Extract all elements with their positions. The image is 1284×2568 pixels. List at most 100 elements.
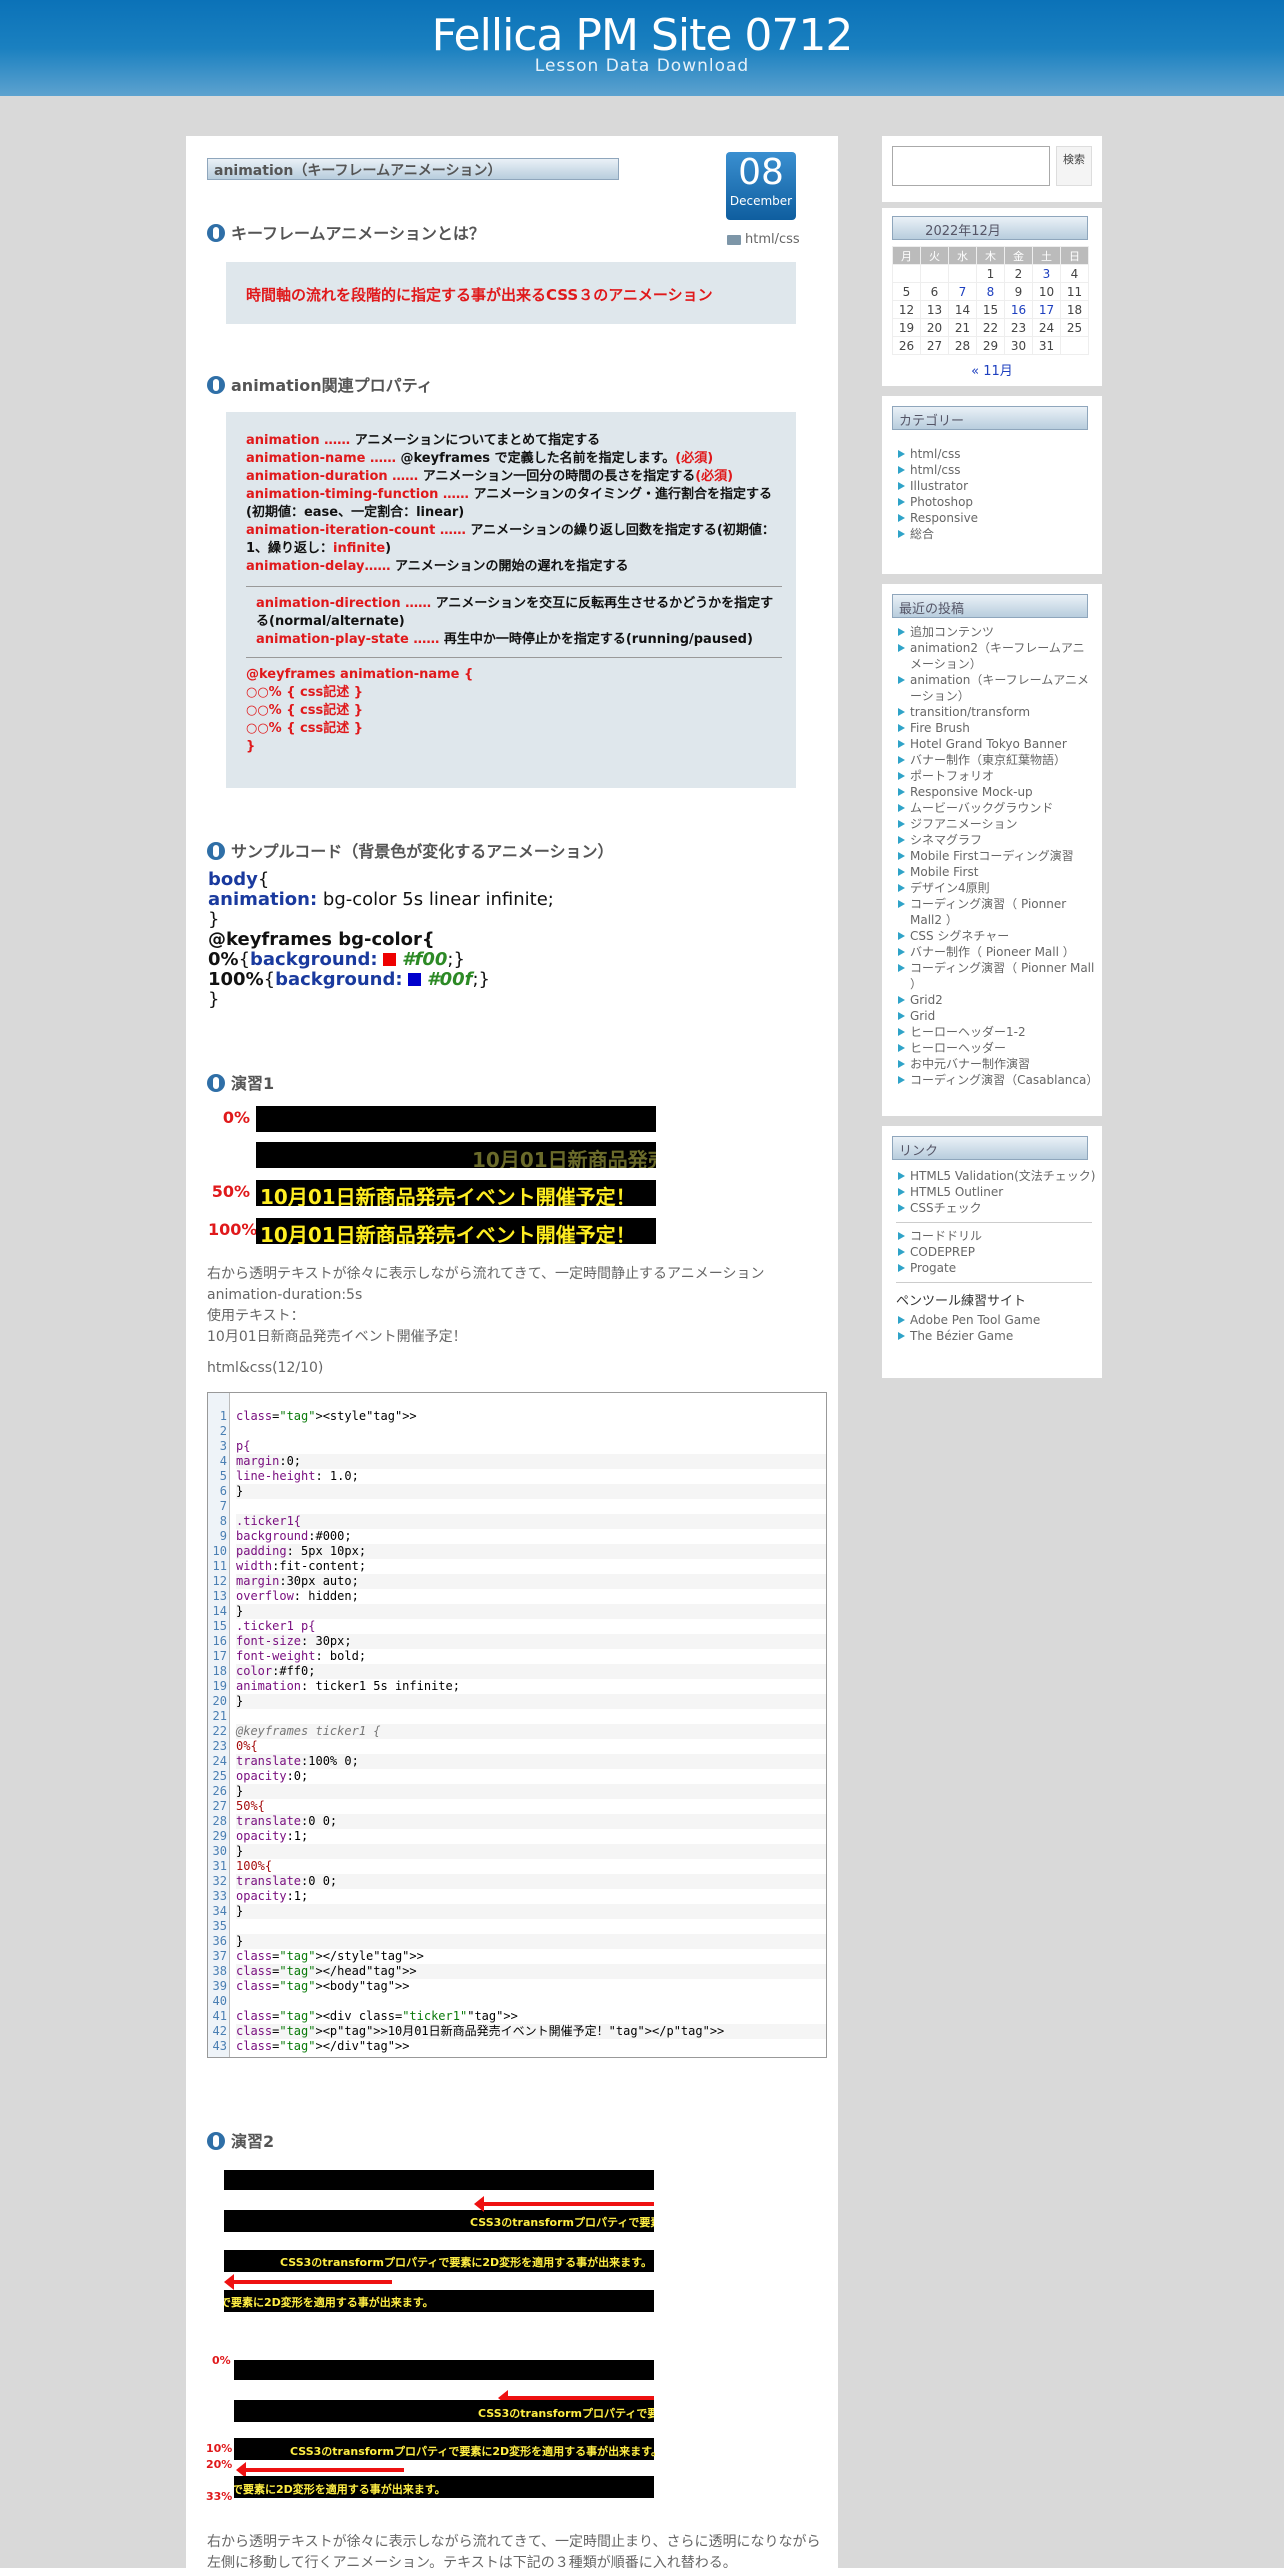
recent-post-link[interactable]: Responsive Mock-up	[896, 784, 1096, 800]
recent-post-link[interactable]: Mobile Firstコーディング演習	[896, 848, 1096, 864]
external-link[interactable]: The Bézier Game	[896, 1328, 1096, 1344]
calendar-weekday: 土	[1032, 246, 1061, 265]
calendar-day: 23	[1004, 318, 1033, 337]
post-date-month: December	[729, 194, 793, 208]
recent-post-link[interactable]: ヒーローヘッダー	[896, 1040, 1096, 1056]
recent-post-link[interactable]: Grid	[896, 1008, 1096, 1024]
line-number: 12	[212, 1574, 227, 1588]
code-line: 10 padding: 5px 10px;	[208, 1544, 826, 1559]
categories-title: カテゴリー	[892, 406, 1088, 430]
recent-post-link[interactable]: コーディング演習（Casablanca）	[896, 1072, 1098, 1088]
recent-post-link[interactable]: transition/transform	[896, 704, 1096, 720]
calendar-day: 21	[948, 318, 977, 337]
line-number: 14	[212, 1604, 227, 1618]
external-link[interactable]: CODEPREP	[896, 1244, 1096, 1260]
line-number: 16	[212, 1634, 227, 1648]
recent-post-link[interactable]: デザイン4原則	[896, 880, 1096, 896]
recent-post-link[interactable]: Grid2	[896, 992, 1096, 1008]
external-link[interactable]: コードドリル	[896, 1228, 1096, 1244]
calendar-day[interactable]: 3	[1032, 264, 1061, 283]
code-line: 37 class="tag"></style"tag">>	[208, 1949, 826, 1964]
recent-post-link[interactable]: Mobile First	[896, 864, 1096, 880]
code-line: 19 animation: ticker1 5s infinite;	[208, 1679, 826, 1694]
recent-post-link[interactable]: ポートフォリオ	[896, 768, 1096, 784]
code-line: 22 @keyframes ticker1 {	[208, 1724, 826, 1739]
site-header: Fellica PM Site 0712 Lesson Data Downloa…	[0, 0, 1284, 96]
category-link[interactable]: html/css	[896, 462, 1096, 478]
recent-posts-title: 最近の投稿	[892, 594, 1088, 618]
code-text: translate:0 0;	[236, 1814, 826, 1829]
recent-post-link[interactable]: ジフアニメーション	[896, 816, 1096, 832]
code-line: 6}	[208, 1484, 826, 1499]
calendar-day: 19	[892, 318, 921, 337]
calendar-day: 29	[976, 336, 1005, 355]
line-number: 21	[212, 1709, 227, 1723]
calendar-day[interactable]: 7	[948, 282, 977, 301]
code-text: opacity:1;	[236, 1889, 309, 1903]
code-text: margin:0;	[236, 1454, 826, 1469]
bullet-icon	[207, 1074, 225, 1092]
code-line: 30}	[208, 1844, 826, 1859]
external-link[interactable]: HTML5 Outliner	[896, 1184, 1096, 1200]
recent-post-link[interactable]: ヒーローヘッダー1-2	[896, 1024, 1096, 1040]
line-number: 20	[212, 1694, 227, 1708]
post-category-label[interactable]: html/css	[745, 232, 800, 247]
category-link[interactable]: Illustrator	[896, 478, 1096, 494]
site-subtitle: Lesson Data Download	[534, 56, 750, 76]
calendar-day: 28	[948, 336, 977, 355]
code-listing[interactable]: 1 class="tag"><style"tag">> 2 3 p{4 margin:0;…	[207, 1392, 827, 2058]
external-link[interactable]: HTML5 Validation(文法チェック)	[896, 1168, 1096, 1184]
code-line: 33 opacity:1;	[208, 1889, 826, 1904]
external-link[interactable]: CSSチェック	[896, 1200, 1096, 1216]
recent-post-link[interactable]: バナー制作（ Pioneer Mall ）	[896, 944, 1096, 960]
calendar-prev-link[interactable]: « 11月	[882, 360, 1102, 379]
calendar-day: 20	[920, 318, 949, 337]
recent-post-link[interactable]: 追加コンテンツ	[896, 624, 1096, 640]
line-number: 24	[212, 1754, 227, 1768]
keyframes-line: }	[246, 739, 256, 754]
external-link[interactable]: Adobe Pen Tool Game	[896, 1312, 1096, 1328]
search-button[interactable]: 検索	[1056, 146, 1092, 186]
category-link[interactable]: html/css	[896, 446, 1096, 462]
code-line: 18 color:#ff0;	[208, 1664, 826, 1679]
site-title[interactable]: Fellica PM Site 0712	[0, 10, 1284, 61]
recent-post-link[interactable]: Fire Brush	[896, 720, 1096, 736]
calendar-day[interactable]: 8	[976, 282, 1005, 301]
category-link[interactable]: Photoshop	[896, 494, 1096, 510]
recent-post-link[interactable]: お中元バナー制作演習	[896, 1056, 1096, 1072]
line-number: 38	[212, 1964, 227, 1978]
line-number: 35	[212, 1919, 227, 1933]
recent-post-link[interactable]: シネマグラフ	[896, 832, 1096, 848]
category-link[interactable]: Responsive	[896, 510, 1096, 526]
exercise2-frames: CSS3のtransformプロパティで要素に2D CSS3のtransform…	[224, 2170, 664, 2312]
recent-post-link[interactable]: バナー制作（東京紅葉物語）	[896, 752, 1096, 768]
code-text: 0%{	[236, 1739, 258, 1753]
category-link[interactable]: 総合	[896, 526, 1096, 542]
recent-post-link[interactable]: Hotel Grand Tokyo Banner	[896, 736, 1096, 752]
recent-post-link[interactable]: animation（キーフレームアニメーション）	[896, 672, 1096, 704]
post-category[interactable]: html/css	[727, 232, 800, 247]
recent-post-link[interactable]: ムービーバックグラウンド	[896, 800, 1096, 816]
code-text: @keyframes ticker1 {	[236, 1724, 826, 1739]
exercise2-description: 右から透明テキストが徐々に表示しながら流れてきて、一定時間止まり、さらに透明にな…	[207, 2534, 821, 2568]
recent-post-link[interactable]: コーディング演習（ Pionner Mall2 ）	[896, 896, 1096, 928]
definition-panel: 時間軸の流れを段階的に指定する事が出来るCSS３のアニメーション	[226, 262, 796, 324]
code-text: line-height: 1.0;	[236, 1469, 359, 1483]
code-text: animation: ticker1 5s infinite;	[236, 1679, 460, 1693]
line-number: 28	[212, 1814, 227, 1828]
search-input[interactable]	[892, 146, 1050, 186]
code-text: margin:30px auto;	[236, 1574, 826, 1589]
bullet-icon	[207, 2132, 225, 2150]
code-line: 5 line-height: 1.0;	[208, 1469, 826, 1484]
external-link[interactable]: Progate	[896, 1260, 1096, 1276]
property-item: animation-direction …… アニメーションを交互に反転再生させ…	[256, 596, 774, 629]
calendar-day[interactable]: 16	[1004, 300, 1033, 319]
line-number: 32	[212, 1874, 227, 1888]
recent-post-link[interactable]: コーディング演習（ Pionner Mall ）	[896, 960, 1096, 992]
recent-post-link[interactable]: CSS シグネチャー	[896, 928, 1096, 944]
calendar-day: 31	[1032, 336, 1061, 355]
recent-post-link[interactable]: animation2（キーフレームアニメーション）	[896, 640, 1096, 672]
calendar-weekday: 火	[920, 246, 949, 265]
calendar-weekday: 日	[1060, 246, 1089, 265]
calendar-day[interactable]: 17	[1032, 300, 1061, 319]
